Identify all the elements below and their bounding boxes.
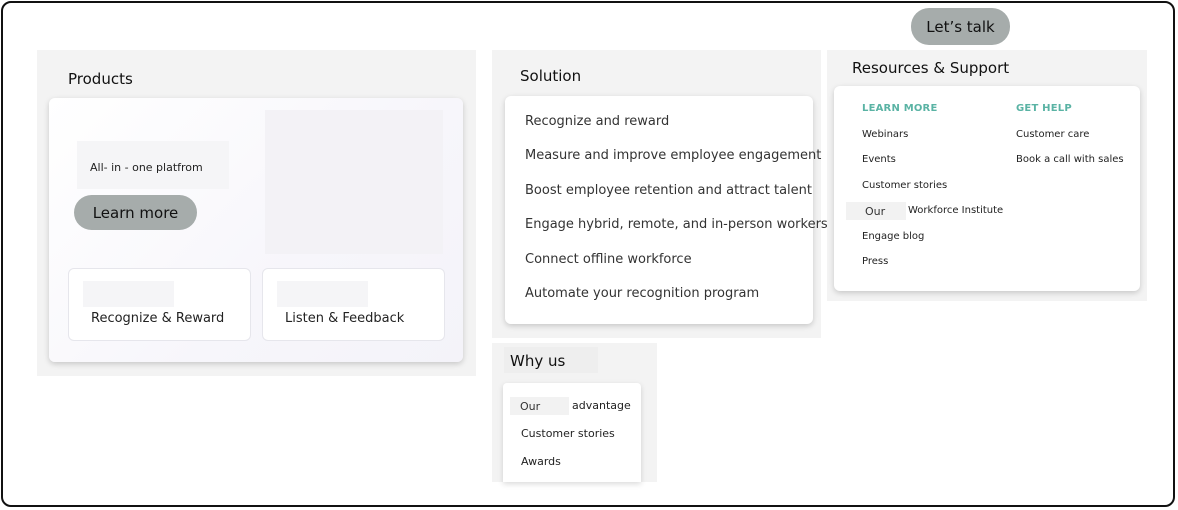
listen-feedback-label: Listen & Feedback (285, 311, 405, 326)
resource-item-engage-blog[interactable]: Engage blog (862, 231, 924, 242)
platform-box: All- in - one platfrom (77, 141, 229, 189)
resources-panel: Resources & Support LEARN MORE Webinars … (827, 50, 1147, 301)
solution-card: Recognize and reward Measure and improve… (505, 96, 828, 324)
why-us-card: Our advantage Customer stories Awards (503, 383, 641, 482)
learn-more-heading: LEARN MORE (862, 103, 938, 114)
get-help-heading: GET HELP (1016, 103, 1072, 114)
solution-item-retention[interactable]: Boost employee retention and attract tal… (525, 183, 812, 198)
resource-item-webinars[interactable]: Webinars (862, 129, 908, 140)
products-panel: Products All- in - one platfrom Learn mo… (37, 50, 476, 376)
solution-title: Solution (520, 67, 582, 85)
why-us-panel: Why us Our advantage Customer stories Aw… (492, 343, 657, 482)
advantage-prefix: Our (520, 400, 541, 413)
products-title: Products (68, 70, 133, 88)
recognize-reward-card[interactable]: Recognize & Reward (68, 268, 251, 341)
listen-feedback-card[interactable]: Listen & Feedback (262, 268, 445, 341)
resource-item-workforce-institute[interactable]: Workforce Institute (908, 205, 1003, 216)
resources-card: LEARN MORE Webinars Events Customer stor… (834, 86, 1140, 291)
resource-item-book-call[interactable]: Book a call with sales (1016, 154, 1124, 165)
platform-text: All- in - one platfrom (90, 161, 203, 174)
resource-item-events[interactable]: Events (862, 154, 896, 165)
resource-item-customer-stories[interactable]: Customer stories (862, 180, 947, 191)
solution-item-recognize[interactable]: Recognize and reward (525, 114, 669, 129)
solution-panel: Solution Recognize and reward Measure an… (492, 50, 828, 338)
advantage-prefix-box: Our (510, 397, 569, 415)
workforce-prefix-box: Our (846, 202, 906, 220)
solution-item-automate[interactable]: Automate your recognition program (525, 286, 759, 301)
resource-item-press[interactable]: Press (862, 256, 888, 267)
solution-item-hybrid[interactable]: Engage hybrid, remote, and in-person wor… (525, 217, 828, 232)
why-us-title: Why us (510, 352, 566, 370)
why-us-title-box: Why us (504, 347, 598, 373)
products-card: All- in - one platfrom Learn more Recogn… (49, 98, 463, 362)
lets-talk-button[interactable]: Let’s talk (911, 8, 1010, 45)
why-item-awards[interactable]: Awards (521, 455, 561, 468)
card-image-placeholder (83, 281, 174, 307)
why-item-customer-stories[interactable]: Customer stories (521, 427, 615, 440)
card-image-placeholder (277, 281, 368, 307)
recognize-reward-label: Recognize & Reward (91, 311, 225, 326)
workforce-prefix: Our (865, 205, 886, 218)
solution-item-engagement[interactable]: Measure and improve employee engagement (525, 148, 821, 163)
resources-title: Resources & Support (852, 59, 1010, 77)
why-item-advantage[interactable]: advantage (572, 399, 631, 412)
solution-item-offline[interactable]: Connect offline workforce (525, 252, 692, 267)
resource-item-customer-care[interactable]: Customer care (1016, 129, 1089, 140)
learn-more-button[interactable]: Learn more (74, 195, 197, 230)
product-image-placeholder (265, 110, 443, 254)
